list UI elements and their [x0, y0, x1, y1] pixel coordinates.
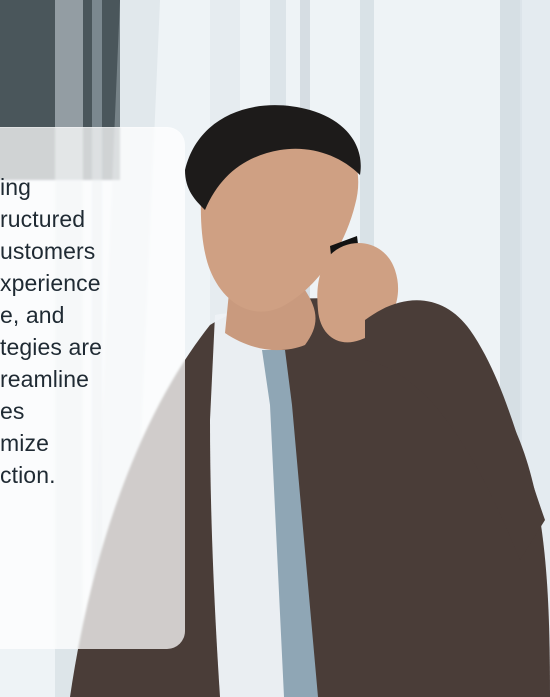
callout-text: ing ructured ustomers xperience e, and t… — [0, 171, 180, 491]
callout-line: xperience — [0, 270, 101, 296]
callout-line: reamline — [0, 366, 90, 392]
callout-line: es — [0, 398, 25, 424]
page: ing ructured ustomers xperience e, and t… — [0, 0, 550, 697]
callout-line: ing — [0, 174, 31, 200]
callout-line: ustomers — [0, 238, 96, 264]
callout-line: tegies are — [0, 334, 103, 360]
callout-line: e, and — [0, 302, 65, 328]
callout-line: mize — [0, 430, 49, 456]
callout-line: ructured — [0, 206, 86, 232]
callout-line: ction. — [0, 462, 56, 488]
